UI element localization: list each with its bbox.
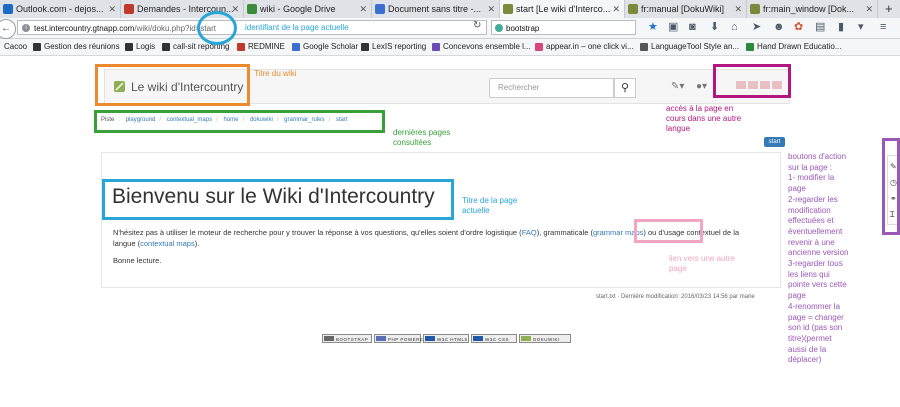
annotation-circle-page-id (197, 11, 237, 45)
annotation-actions: boutons d'action sur la page : 1- modifi… (788, 152, 849, 365)
close-icon[interactable]: ✕ (359, 0, 367, 18)
download-icon[interactable]: ⬇ (710, 20, 719, 35)
bookmark-item[interactable]: Cacoo (4, 39, 27, 55)
bookmark-icon (33, 43, 41, 51)
close-icon[interactable]: ✕ (108, 0, 116, 18)
bookmarks-bar: Cacoo Gestion des réunions Logis call-si… (0, 39, 900, 56)
bookmark-icon (125, 43, 133, 51)
page-id-badge: start (764, 137, 785, 147)
page-info: start.txt · Dernière modification: 2016/… (596, 294, 755, 300)
annotation-box-page-title (102, 179, 454, 220)
annotation-wiki-title: Titre du wiki (254, 69, 297, 78)
info-icon[interactable]: i (22, 24, 30, 32)
contextual-maps-link[interactable]: contextual maps (140, 239, 195, 248)
annotation-box-wiki-title (95, 64, 250, 106)
redmine-icon (237, 43, 245, 51)
browser-search-input[interactable]: bootstrap (491, 20, 636, 35)
browser-nav-bar: ← i test.intercountry.gtnapp.com/wiki/do… (0, 18, 900, 39)
browser-tab[interactable]: Outlook.com - dejos... ✕ (0, 0, 121, 18)
tab-title: wiki - Google Drive (260, 4, 336, 14)
chat-icon[interactable]: ☻ (773, 20, 785, 35)
close-icon[interactable]: ✕ (612, 0, 620, 18)
bookmark-item[interactable]: LanguageTool Style an... (640, 39, 739, 55)
new-tab-button[interactable]: + (885, 0, 893, 17)
bookmark-icon (361, 43, 369, 51)
appear-in-icon (535, 43, 543, 51)
google-docs-icon (375, 4, 385, 14)
search-icon[interactable]: ⚲ (614, 78, 636, 98)
tab-title: fr:main_window [Dok... (763, 4, 855, 14)
back-arrow-icon[interactable]: ← (0, 19, 16, 39)
annotation-language: accès à la page en cours dans une autre … (666, 104, 742, 133)
bookmark-icon (162, 43, 170, 51)
phone-icon[interactable]: ▮ (838, 20, 844, 35)
bookmark-item[interactable]: Hand Drawn Educatio... (746, 39, 842, 55)
bookmark-item[interactable]: REDMINE (237, 39, 285, 55)
star-icon[interactable]: ★ (648, 20, 658, 35)
close-icon[interactable]: ✕ (487, 0, 495, 18)
drawn-icon (746, 43, 754, 51)
annotation-box-link (634, 219, 703, 243)
annotation-box-language (713, 64, 791, 98)
bookmark-item[interactable]: Logis (125, 39, 155, 55)
faq-link[interactable]: FAQ (522, 228, 537, 237)
clipboard-icon[interactable]: ▤ (815, 20, 825, 35)
bookmark-item[interactable]: LexIS reporting (361, 39, 426, 55)
bookmark-item[interactable]: Concevons ensemble l... (432, 39, 531, 55)
languagetool-icon (640, 43, 648, 51)
dokuwiki-icon (628, 4, 638, 14)
close-icon[interactable]: ✕ (231, 0, 239, 18)
wrench-icon[interactable]: ✎▾ (671, 81, 684, 92)
user-icon[interactable]: ●▾ (696, 81, 707, 92)
annotation-breadcrumb: dernières pages consultées (393, 128, 451, 147)
outlook-icon (3, 4, 13, 14)
menu-icon[interactable]: ≡ (880, 20, 886, 35)
google-drive-icon (247, 4, 257, 14)
extension-icon[interactable]: ✿ (794, 20, 803, 35)
reading-list-icon[interactable]: ▣ (668, 20, 678, 35)
search-engine-icon (495, 24, 503, 32)
pocket-icon[interactable]: ◙ (689, 20, 696, 35)
scholar-icon (292, 43, 300, 51)
tab-title: start [Le wiki d'Interco... (516, 4, 611, 14)
tab-title: Outlook.com - dejos... (16, 4, 104, 14)
redmine-icon (124, 4, 134, 14)
annotation-box-breadcrumb (94, 110, 385, 133)
html5-badge[interactable]: W3C HTML5 (423, 334, 469, 343)
browser-tab-active[interactable]: start [Le wiki d'Interco... ✕ (500, 0, 625, 18)
annotation-page-title: Titre de la page actuelle (462, 196, 518, 215)
dokuwiki-badge[interactable]: DOKUWIKI (519, 334, 571, 343)
send-icon[interactable]: ➤ (752, 20, 761, 35)
dokuwiki-icon (750, 4, 760, 14)
home-icon[interactable]: ⌂ (731, 20, 738, 35)
search-value: bootstrap (506, 24, 540, 33)
wiki-search-input[interactable]: Rechercher (489, 78, 614, 98)
reload-icon[interactable]: ↻ (473, 20, 481, 31)
bootstrap-badge[interactable]: BOOTSTRAP (322, 334, 372, 343)
annotation-page-id: identifiant de la page actuelle (245, 23, 349, 32)
url-host: test.intercountry.gtnapp.com (34, 24, 135, 33)
php-badge[interactable]: PHP POWERED (374, 334, 427, 343)
browser-tab[interactable]: wiki - Google Drive ✕ (244, 0, 372, 18)
browser-tab-bar: Outlook.com - dejos... ✕ Demandes - Inte… (0, 0, 900, 19)
close-icon[interactable]: ✕ (865, 0, 873, 18)
browser-tab[interactable]: fr:main_window [Dok... ✕ (747, 0, 878, 18)
css-badge[interactable]: W3C CSS (471, 334, 517, 343)
bookmark-item[interactable]: Gestion des réunions (33, 39, 120, 55)
tab-title: fr:manual [DokuWiki] (641, 4, 725, 14)
annotation-link: lien vers une autre page (669, 254, 735, 273)
tab-title: Document sans titre -... (388, 4, 482, 14)
chevron-down-icon[interactable]: ▾ (858, 20, 864, 35)
close-icon[interactable]: ✕ (734, 0, 742, 18)
form-icon (432, 43, 440, 51)
browser-tab[interactable]: Document sans titre -... ✕ (372, 0, 500, 18)
annotation-box-actions (882, 138, 900, 235)
bookmark-item[interactable]: appear.in – one click vi... (535, 39, 634, 55)
content-signoff: Bonne lecture. (113, 256, 162, 265)
browser-tab[interactable]: fr:manual [DokuWiki] ✕ (625, 0, 747, 18)
bookmark-item[interactable]: Google Scholar (292, 39, 358, 55)
dokuwiki-icon (503, 4, 513, 14)
